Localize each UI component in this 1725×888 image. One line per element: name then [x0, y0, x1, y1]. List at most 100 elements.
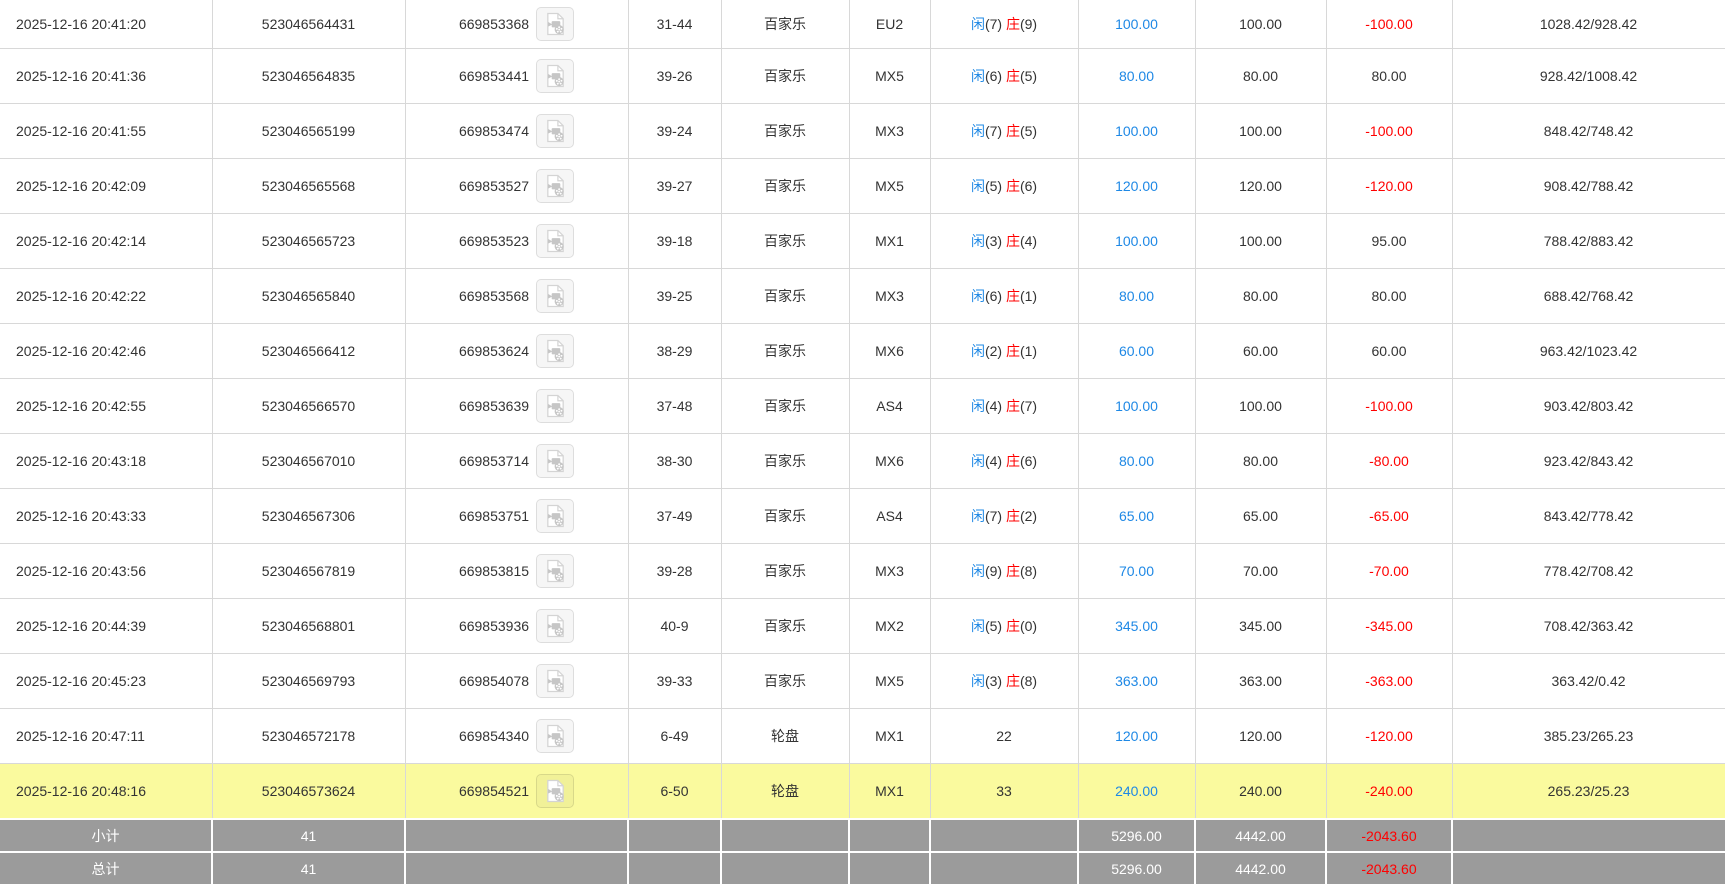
bet-amount: 100.00 [1194, 213, 1327, 269]
game-result: 22 [929, 708, 1079, 764]
bet-time: 2025-12-16 20:41:36 [0, 48, 213, 104]
balance-before-after: 963.42/1023.42 [1451, 323, 1725, 379]
bet-time: 2025-12-16 20:45:23 [0, 653, 213, 709]
bet-id: 523046565568 [211, 158, 406, 214]
game-type: 百家乐 [720, 0, 850, 49]
bet-id: 523046565199 [211, 103, 406, 159]
table-code: MX6 [848, 323, 931, 379]
game-type: 百家乐 [720, 378, 850, 434]
table-code: MX1 [848, 213, 931, 269]
game-id-cell: 669853639 [404, 378, 629, 434]
video-replay-button[interactable] [536, 59, 575, 93]
video-replay-button[interactable] [536, 7, 575, 41]
game-id: 669853568 [458, 288, 530, 304]
balance-before-after: 385.23/265.23 [1451, 708, 1725, 764]
bet-amount: 345.00 [1194, 598, 1327, 654]
video-replay-button[interactable] [536, 609, 575, 643]
video-replay-button[interactable] [536, 224, 575, 258]
video-replay-button[interactable] [536, 554, 575, 588]
valid-bet-amount[interactable]: 80.00 [1077, 268, 1196, 324]
game-id: 669853936 [458, 618, 530, 634]
valid-bet-amount[interactable]: 60.00 [1077, 323, 1196, 379]
game-type: 百家乐 [720, 543, 850, 599]
bet-id: 523046573624 [211, 763, 406, 820]
valid-bet-amount[interactable]: 345.00 [1077, 598, 1196, 654]
round-number: 6-49 [627, 708, 722, 764]
table-row: 2025-12-16 20:41:20 523046564431 6698533… [0, 0, 1725, 49]
video-replay-button[interactable] [536, 169, 575, 203]
video-replay-button[interactable] [536, 114, 575, 148]
summary-empty-cell [929, 851, 1079, 886]
video-replay-button[interactable] [536, 334, 575, 368]
table-row: 2025-12-16 20:43:18 523046567010 6698537… [0, 433, 1725, 489]
valid-bet-amount[interactable]: 100.00 [1077, 213, 1196, 269]
table-code: MX2 [848, 598, 931, 654]
bet-id: 523046569793 [211, 653, 406, 709]
balance-before-after: 708.42/363.42 [1451, 598, 1725, 654]
game-type: 百家乐 [720, 433, 850, 489]
win-loss-amount: 80.00 [1325, 48, 1453, 104]
valid-bet-amount[interactable]: 70.00 [1077, 543, 1196, 599]
summary-empty-cell [1451, 818, 1725, 853]
table-code: MX3 [848, 103, 931, 159]
valid-bet-amount[interactable]: 240.00 [1077, 763, 1196, 820]
bet-time: 2025-12-16 20:44:39 [0, 598, 213, 654]
bet-amount: 363.00 [1194, 653, 1327, 709]
game-type: 轮盘 [720, 708, 850, 764]
game-type: 轮盘 [720, 763, 850, 820]
game-result: 闲(7) 庄(2) [929, 488, 1079, 544]
table-code: MX3 [848, 268, 931, 324]
round-number: 38-30 [627, 433, 722, 489]
round-number: 39-33 [627, 653, 722, 709]
video-replay-icon [546, 229, 564, 253]
bet-time: 2025-12-16 20:41:55 [0, 103, 213, 159]
win-loss-amount: -120.00 [1325, 708, 1453, 764]
valid-bet-amount[interactable]: 120.00 [1077, 158, 1196, 214]
summary-empty-cell [627, 851, 722, 886]
round-number: 39-25 [627, 268, 722, 324]
game-type: 百家乐 [720, 598, 850, 654]
balance-before-after: 843.42/778.42 [1451, 488, 1725, 544]
summary-bet-amount: 4442.00 [1194, 851, 1327, 886]
valid-bet-amount[interactable]: 80.00 [1077, 433, 1196, 489]
valid-bet-amount[interactable]: 120.00 [1077, 708, 1196, 764]
game-id: 669853523 [458, 233, 530, 249]
table-code: AS4 [848, 378, 931, 434]
video-replay-button[interactable] [536, 444, 575, 478]
video-replay-button[interactable] [536, 664, 575, 698]
bet-time: 2025-12-16 20:43:18 [0, 433, 213, 489]
valid-bet-amount[interactable]: 363.00 [1077, 653, 1196, 709]
video-replay-icon [546, 119, 564, 143]
win-loss-amount: 95.00 [1325, 213, 1453, 269]
game-type: 百家乐 [720, 653, 850, 709]
game-result: 闲(7) 庄(5) [929, 103, 1079, 159]
game-result: 闲(2) 庄(1) [929, 323, 1079, 379]
win-loss-amount: -345.00 [1325, 598, 1453, 654]
video-replay-icon [546, 779, 564, 803]
bet-time: 2025-12-16 20:48:16 [0, 763, 213, 820]
video-replay-icon [546, 339, 564, 363]
round-number: 37-48 [627, 378, 722, 434]
valid-bet-amount[interactable]: 100.00 [1077, 378, 1196, 434]
video-replay-button[interactable] [536, 774, 575, 808]
game-id: 669853474 [458, 123, 530, 139]
valid-bet-amount[interactable]: 100.00 [1077, 0, 1196, 49]
game-id-cell: 669853368 [404, 0, 629, 49]
game-type: 百家乐 [720, 268, 850, 324]
summary-empty-cell [929, 818, 1079, 853]
video-replay-icon [546, 64, 564, 88]
balance-before-after: 778.42/708.42 [1451, 543, 1725, 599]
game-id: 669853751 [458, 508, 530, 524]
table-code: AS4 [848, 488, 931, 544]
video-replay-button[interactable] [536, 499, 575, 533]
game-type: 百家乐 [720, 213, 850, 269]
round-number: 39-28 [627, 543, 722, 599]
valid-bet-amount[interactable]: 65.00 [1077, 488, 1196, 544]
valid-bet-amount[interactable]: 80.00 [1077, 48, 1196, 104]
video-replay-button[interactable] [536, 389, 575, 423]
summary-empty-cell [404, 818, 629, 853]
video-replay-button[interactable] [536, 279, 575, 313]
valid-bet-amount[interactable]: 100.00 [1077, 103, 1196, 159]
video-replay-button[interactable] [536, 719, 575, 753]
summary-count: 41 [211, 818, 406, 853]
